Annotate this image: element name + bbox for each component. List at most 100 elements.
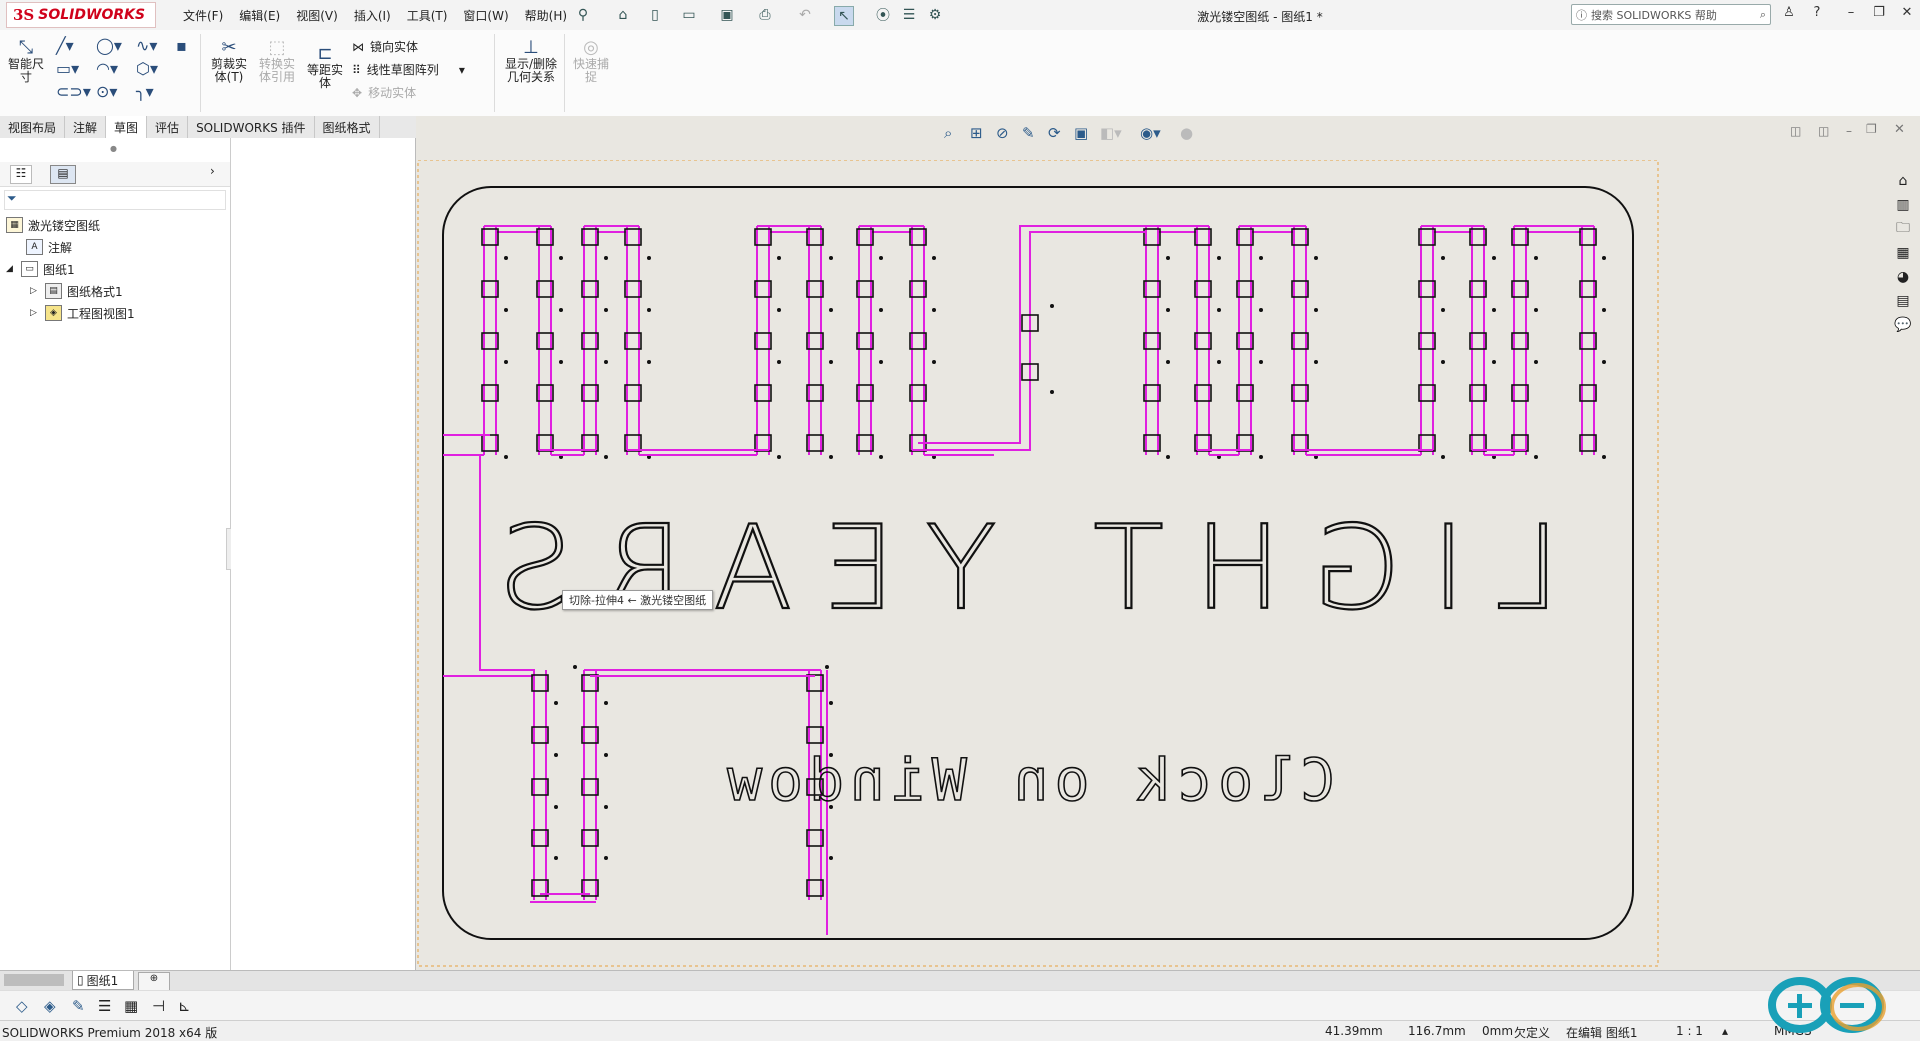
tab-annotation[interactable]: 注解 — [65, 116, 107, 138]
spline-icon[interactable]: ∿▾ — [136, 36, 176, 55]
display-style-icon[interactable]: ◧▾ — [1100, 124, 1122, 142]
mirror-entities-button[interactable]: ⋈ 镜向实体 — [352, 38, 465, 55]
tab-evaluate[interactable]: 评估 — [147, 116, 189, 138]
menu-help[interactable]: 帮助(H) — [525, 7, 567, 24]
linear-pattern-button[interactable]: ⠿ 线性草图阵列 ▾ — [352, 61, 465, 78]
trim-entities-button[interactable]: ✂ 剪裁实 体(T) — [206, 38, 252, 84]
hide-edge-icon[interactable]: ⊣ — [152, 997, 165, 1015]
resources-home-icon[interactable]: ⌂ — [1892, 170, 1914, 192]
view-orientation-icon[interactable]: ▣ — [1074, 124, 1088, 142]
line-color-icon[interactable]: ✎ — [72, 997, 85, 1015]
property-manager-tab-icon[interactable]: ▤ — [50, 165, 76, 184]
menu-window[interactable]: 窗口(W) — [463, 7, 508, 24]
print-icon[interactable]: ⎙ — [756, 6, 774, 24]
editing-state[interactable]: 在编辑 图纸1 — [1566, 1024, 1637, 1041]
undo-icon[interactable]: ↶ — [796, 6, 814, 24]
circle-icon[interactable]: ◯▾ — [96, 36, 136, 55]
tab-addins[interactable]: SOLIDWORKS 插件 — [188, 116, 315, 138]
pin-icon[interactable]: ⚲ — [574, 6, 592, 24]
offset-entities-button[interactable]: ⊏ 等距实 体 — [302, 44, 348, 90]
eraser-icon[interactable]: ◈ — [44, 997, 56, 1015]
tree-drawing-view[interactable]: ▷ ◈ 工程图视图1 — [6, 302, 135, 324]
quick-snap-button[interactable]: ◎ 快速捕 捉 — [568, 38, 614, 84]
collapse-icon[interactable]: ◢ — [6, 264, 16, 274]
forum-icon[interactable]: 💬 — [1892, 314, 1914, 336]
custom-properties-icon[interactable]: ▤ — [1892, 290, 1914, 312]
close-icon[interactable]: ✕ — [1896, 5, 1918, 25]
help-icon[interactable]: ? — [1806, 5, 1828, 25]
zoom-to-fit-icon[interactable]: ⌕ — [944, 124, 952, 142]
appearances-icon[interactable]: ◕ — [1892, 266, 1914, 288]
tile-right-icon[interactable]: ◫ — [1818, 124, 1829, 138]
layer-icon[interactable]: ◇ — [16, 997, 28, 1015]
select-cursor-icon[interactable]: ↖ — [834, 6, 854, 26]
tab-view-layout[interactable]: 视图布局 — [0, 116, 66, 138]
tab-sketch[interactable]: 草图 — [106, 116, 148, 138]
drawing-sheet[interactable]: LIGHT YEARS Clock on Window — [416, 160, 1660, 970]
sheet-scale[interactable]: 1 : 1 — [1676, 1024, 1703, 1038]
help-search-input[interactable]: ⓘ 搜索 SOLIDWORKS 帮助 ⌕ — [1571, 4, 1771, 25]
solidworks-logo[interactable]: 3S SOLIDWORKS — [6, 2, 156, 28]
open-folder-icon[interactable]: ▭ — [680, 6, 698, 24]
minimize-icon[interactable]: – — [1840, 5, 1862, 25]
convert-entities-button[interactable]: ⬚ 转换实 体引用 — [254, 38, 300, 84]
zoom-area-icon[interactable]: ⊞ — [970, 124, 983, 142]
new-document-icon[interactable]: ▯ — [646, 6, 664, 24]
line-style-icon[interactable]: ▦ — [124, 997, 138, 1015]
doc-minimize-icon[interactable]: – — [1846, 124, 1852, 138]
doc-restore-icon[interactable]: ❐ — [1866, 122, 1877, 136]
file-properties-icon[interactable]: ☰ — [900, 6, 918, 24]
tree-sheet-format[interactable]: ▷ ▤ 图纸格式1 — [6, 280, 135, 302]
doc-close-icon[interactable]: ✕ — [1894, 122, 1905, 137]
tree-root[interactable]: ▦ 激光镂空图纸 — [6, 214, 135, 236]
hide-show-icon[interactable]: ◉▾ — [1140, 124, 1161, 142]
tree-sheet[interactable]: ◢ ▭ 图纸1 — [6, 258, 135, 280]
user-icon[interactable]: ♙ — [1778, 5, 1800, 25]
sheet-tab[interactable]: ▯ 图纸1 — [72, 971, 134, 990]
polygon-icon[interactable]: ⬡▾ — [136, 59, 176, 78]
view-palette-icon[interactable]: ▦ — [1892, 242, 1914, 264]
expand-icon[interactable]: ▷ — [30, 286, 40, 296]
line-icon[interactable]: ╱▾ — [56, 36, 96, 55]
menu-view[interactable]: 视图(V) — [296, 7, 338, 24]
save-icon[interactable]: ▣ — [718, 6, 736, 24]
menu-edit[interactable]: 编辑(E) — [239, 7, 280, 24]
sheet-nav-arrows[interactable] — [4, 974, 64, 986]
appearance-icon[interactable]: ● — [1180, 124, 1193, 142]
traffic-light-icon[interactable]: ⦿ — [874, 6, 892, 24]
line-thickness-icon[interactable]: ☰ — [98, 997, 111, 1015]
previous-view-icon[interactable]: ⊘ — [996, 124, 1009, 142]
menu-insert[interactable]: 插入(I) — [354, 7, 391, 24]
menu-tools[interactable]: 工具(T) — [407, 7, 448, 24]
arc-icon[interactable]: ◠▾ — [96, 59, 136, 78]
tab-sheet-format[interactable]: 图纸格式 — [315, 116, 380, 138]
fillet-icon[interactable]: ╮▾ — [136, 82, 176, 101]
chevron-down-icon[interactable]: ▾ — [459, 63, 465, 77]
panel-drag-handle[interactable]: ● — [110, 144, 117, 153]
tile-left-icon[interactable]: ◫ — [1790, 124, 1801, 138]
smart-dimension-button[interactable]: ⤡ 智能尺 寸 — [4, 38, 48, 84]
slot-icon[interactable]: ⊂⊃▾ — [56, 82, 96, 101]
options-gear-icon[interactable]: ⚙ — [926, 6, 944, 24]
restore-icon[interactable]: ❐ — [1868, 5, 1890, 25]
feature-manager-tab-icon[interactable]: ☷ — [10, 165, 32, 184]
sketch-pen-icon[interactable]: ✎ — [1022, 124, 1035, 142]
home-icon[interactable]: ⌂ — [614, 6, 632, 24]
design-library-icon[interactable]: ▥ — [1892, 194, 1914, 216]
filter-input[interactable]: ⏷ — [4, 190, 226, 210]
expand-icon[interactable]: ▷ — [30, 308, 40, 318]
chevron-up-icon[interactable]: ▴ — [1722, 1024, 1728, 1038]
baseline-dimension-icon[interactable]: ⊾ — [178, 997, 191, 1015]
chevron-right-icon[interactable]: › — [210, 164, 215, 178]
move-entities-button[interactable]: ✥ 移动实体 — [352, 84, 465, 101]
rotate-icon[interactable]: ⟳ — [1048, 124, 1061, 142]
display-relations-button[interactable]: ⊥ 显示/删除 几何关系 — [500, 38, 562, 84]
search-icon[interactable]: ⌕ — [1760, 8, 1766, 22]
file-explorer-icon[interactable]: 🗀 — [1892, 218, 1914, 240]
add-sheet-icon[interactable]: ⊕ — [138, 972, 170, 991]
via-dot — [829, 856, 833, 860]
ellipse-icon[interactable]: ⊙▾ — [96, 82, 136, 101]
rectangle-icon[interactable]: ▭▾ — [56, 59, 96, 78]
menu-file[interactable]: 文件(F) — [183, 7, 223, 24]
tree-annotations[interactable]: A 注解 — [6, 236, 135, 258]
